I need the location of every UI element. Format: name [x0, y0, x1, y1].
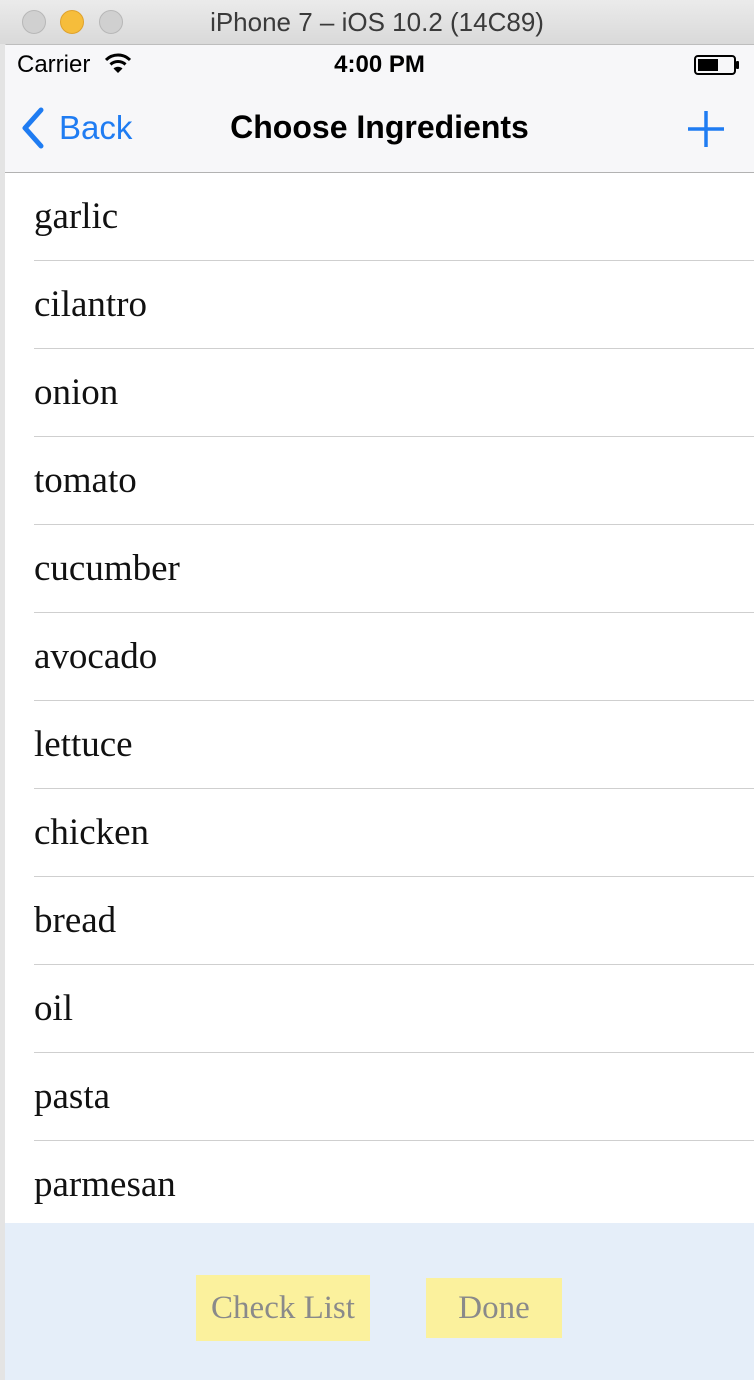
list-item[interactable]: cilantro: [5, 261, 754, 349]
ingredient-label: pasta: [34, 1076, 111, 1117]
list-item[interactable]: garlic: [5, 173, 754, 261]
battery-icon: [694, 55, 739, 75]
list-item[interactable]: lettuce: [5, 701, 754, 789]
ingredient-label: garlic: [34, 196, 119, 237]
ingredient-label: bread: [34, 900, 117, 941]
ingredient-label: oil: [34, 988, 74, 1029]
list-item[interactable]: onion: [5, 349, 754, 437]
list-item[interactable]: oil: [5, 965, 754, 1053]
ingredient-label: parmesan: [34, 1164, 176, 1205]
ingredient-label: avocado: [34, 636, 158, 677]
list-item[interactable]: avocado: [5, 613, 754, 701]
status-bar: Carrier 4:00 PM: [5, 45, 754, 85]
simulator-window: iPhone 7 – iOS 10.2 (14C89) Carrier 4:00…: [0, 0, 754, 1380]
list-item[interactable]: bread: [5, 877, 754, 965]
list-item[interactable]: chicken: [5, 789, 754, 877]
list-item[interactable]: tomato: [5, 437, 754, 525]
window-titlebar: iPhone 7 – iOS 10.2 (14C89): [0, 0, 754, 45]
ingredient-label: tomato: [34, 460, 137, 501]
navigation-bar: Back Choose Ingredients: [5, 85, 754, 173]
status-time: 4:00 PM: [334, 51, 425, 78]
list-item[interactable]: pasta: [5, 1053, 754, 1141]
window-title: iPhone 7 – iOS 10.2 (14C89): [210, 7, 544, 37]
ingredient-label: cucumber: [34, 548, 180, 589]
ingredient-label: cilantro: [34, 284, 148, 325]
page-title: Choose Ingredients: [230, 109, 529, 145]
ingredient-list: garlic cilantro onion tomato cucumber av…: [5, 173, 754, 1223]
ingredient-label: chicken: [34, 812, 150, 853]
plus-icon[interactable]: [686, 109, 726, 149]
bottom-toolbar: Check List Done: [5, 1223, 754, 1380]
list-item[interactable]: cucumber: [5, 525, 754, 613]
ingredient-label: lettuce: [34, 724, 133, 765]
check-list-button[interactable]: Check List: [196, 1275, 370, 1341]
ingredient-label: onion: [34, 372, 119, 413]
done-button[interactable]: Done: [426, 1278, 562, 1338]
list-item[interactable]: parmesan: [5, 1141, 754, 1223]
